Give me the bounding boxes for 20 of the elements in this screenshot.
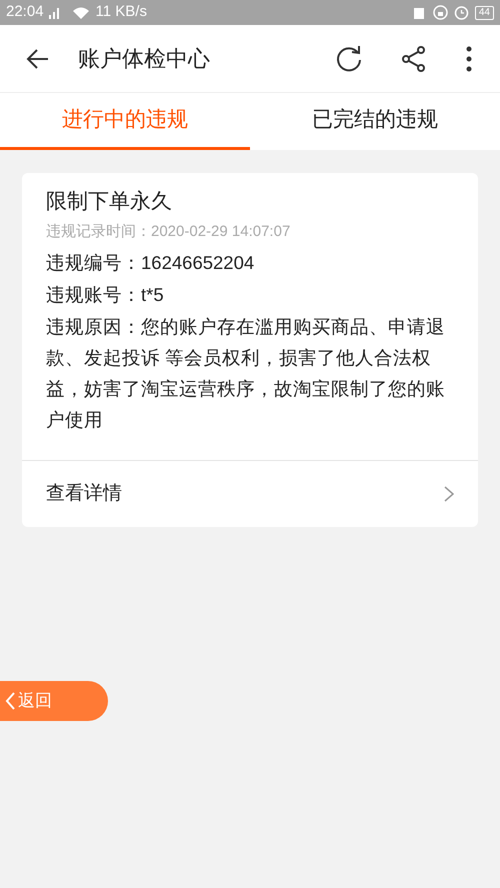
record-time: 违规记录时间：2020-02-29 14:07:07 (46, 222, 292, 242)
status-time: 22:04 (6, 2, 44, 22)
chevron-right-icon (444, 486, 454, 502)
chevron-left-icon (4, 691, 16, 711)
page-title: 账户体检中心 (78, 45, 210, 73)
view-details-link[interactable]: 查看详情 (22, 461, 478, 527)
battery-icon: 44 (474, 6, 494, 20)
violation-detail: 违规账号：t*5 (46, 283, 165, 307)
network-speed: 11 KB/s (96, 2, 147, 22)
violation-detail: 违规原因：您的账户存在滥用购买商品、申请退款、发起投诉 等会员权利，损害了他人合法权益，妨害了淘宝运营秩序，故淘宝限制了您的账户使用 (46, 315, 446, 432)
back-icon[interactable] (26, 46, 50, 70)
share-icon[interactable] (400, 44, 428, 72)
tab[interactable]: 已完结的违规 (250, 93, 500, 150)
alarm-icon (454, 5, 469, 20)
violation-detail: 违规编号：16246652204 (46, 251, 256, 275)
wifi-icon (72, 6, 90, 20)
signal-icon (48, 6, 62, 20)
refresh-icon[interactable] (334, 44, 364, 74)
violation-title: 限制下单永久 (46, 189, 173, 215)
more-icon[interactable] (466, 46, 472, 72)
